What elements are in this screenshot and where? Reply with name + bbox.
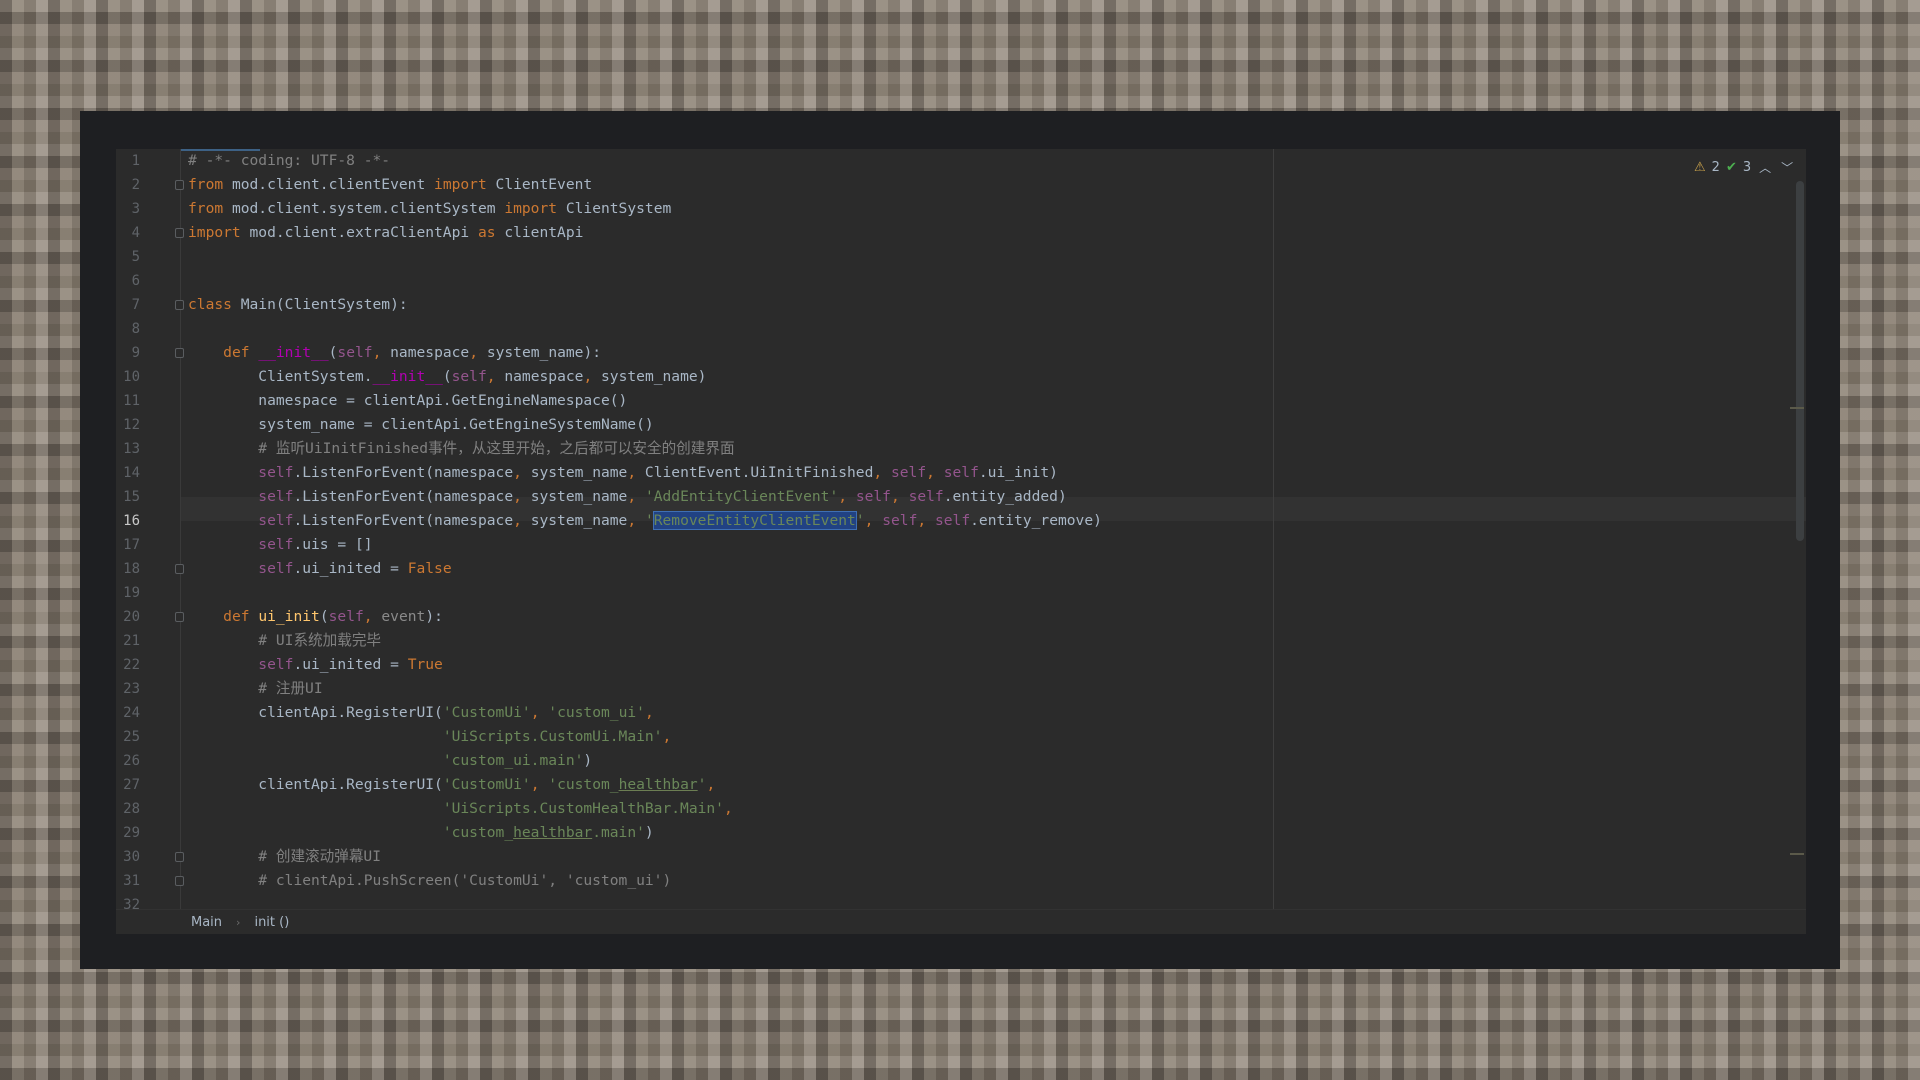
fold-marker-icon[interactable]: [175, 612, 184, 622]
line-number: 10: [123, 369, 140, 385]
code-line[interactable]: # -*- coding: UTF-8 -*-: [188, 149, 390, 173]
code-line[interactable]: system_name = clientApi.GetEngineSystemN…: [188, 413, 653, 437]
line-number: 17: [123, 537, 140, 553]
breadcrumb: Main › init (): [116, 909, 1806, 934]
fold-marker-icon[interactable]: [175, 228, 184, 238]
chevron-down-icon[interactable]: ﹀: [1779, 159, 1795, 176]
code-line[interactable]: self.ListenForEvent(namespace, system_na…: [188, 509, 1102, 533]
code-line[interactable]: self.uis = []: [188, 533, 372, 557]
line-number: 9: [131, 345, 140, 361]
line-number: 31: [123, 873, 140, 889]
code-line[interactable]: def __init__(self, namespace, system_nam…: [188, 341, 601, 365]
line-number: 5: [131, 249, 140, 265]
weak-warning-count: 3: [1742, 159, 1752, 175]
line-number: 23: [123, 681, 140, 697]
line-number: 28: [123, 801, 140, 817]
line-number: 2: [131, 177, 140, 193]
code-line[interactable]: self.ListenForEvent(namespace, system_na…: [188, 461, 1058, 485]
code-line[interactable]: import mod.client.extraClientApi as clie…: [188, 221, 583, 245]
line-number: 24: [123, 705, 140, 721]
line-number: 21: [123, 633, 140, 649]
selected-text: RemoveEntityClientEvent: [652, 511, 857, 530]
line-number: 14: [123, 465, 140, 481]
inspection-widget[interactable]: ⚠ 2 ✔ 3 ︿ ﹀: [1694, 155, 1795, 179]
line-number: 22: [123, 657, 140, 673]
code-line[interactable]: from mod.client.clientEvent import Clien…: [188, 173, 592, 197]
line-number: 29: [123, 825, 140, 841]
line-number: 20: [123, 609, 140, 625]
check-icon: ✔: [1725, 159, 1737, 175]
scroll-marker: [1790, 407, 1804, 409]
code-line[interactable]: self.ListenForEvent(namespace, system_na…: [188, 485, 1066, 509]
code-line[interactable]: ClientSystem.__init__(self, namespace, s…: [188, 365, 706, 389]
line-number: 30: [123, 849, 140, 865]
fold-marker-icon[interactable]: [175, 300, 184, 310]
code-line[interactable]: clientApi.RegisterUI('CustomUi', 'custom…: [188, 701, 653, 725]
line-number: 8: [131, 321, 140, 337]
line-number: 18: [123, 561, 140, 577]
code-line[interactable]: # UI系统加载完毕: [188, 629, 381, 653]
line-number: 27: [123, 777, 140, 793]
code-line[interactable]: clientApi.RegisterUI('CustomUi', 'custom…: [188, 773, 715, 797]
line-number: 26: [123, 753, 140, 769]
line-number: 1: [131, 153, 140, 169]
line-number: 4: [131, 225, 140, 241]
code-line[interactable]: self.ui_inited = False: [188, 557, 451, 581]
code-line[interactable]: # 注册UI: [188, 677, 322, 701]
warning-count: 2: [1711, 159, 1720, 175]
line-number: 12: [123, 417, 140, 433]
chevron-up-icon[interactable]: ︿: [1757, 159, 1773, 176]
code-area[interactable]: # -*- coding: UTF-8 -*- from mod.client.c…: [188, 149, 1588, 909]
fold-marker-icon[interactable]: [175, 876, 184, 886]
warning-icon: ⚠: [1694, 159, 1706, 175]
chevron-right-icon: ›: [236, 915, 241, 929]
ide-window: 1 2 3 4 5 6 7 8 9 10 11 12 13 14 15 16 17 18 19 20 21 22 23 24 2…: [80, 111, 1840, 969]
code-line[interactable]: 'UiScripts.CustomHealthBar.Main',: [188, 797, 733, 821]
code-line[interactable]: 'custom_ui.main'): [188, 749, 592, 773]
code-editor[interactable]: 1 2 3 4 5 6 7 8 9 10 11 12 13 14 15 16 17 18 19 20 21 22 23 24 2…: [116, 149, 1806, 934]
fold-marker-icon[interactable]: [175, 348, 184, 358]
line-number: 15: [123, 489, 140, 505]
code-line[interactable]: # 监听UiInitFinished事件，从这里开始，之后都可以安全的创建界面: [188, 437, 734, 461]
line-number: 6: [131, 273, 140, 289]
line-number: 13: [123, 441, 140, 457]
line-number: 3: [131, 201, 140, 217]
code-line[interactable]: self.ui_inited = True: [188, 653, 443, 677]
scroll-marker: [1790, 853, 1804, 855]
line-number: 19: [123, 585, 140, 601]
code-line[interactable]: # clientApi.PushScreen('CustomUi', 'cust…: [188, 869, 671, 893]
vertical-scrollbar[interactable]: [1796, 181, 1804, 541]
code-line[interactable]: namespace = clientApi.GetEngineNamespace…: [188, 389, 627, 413]
line-number: 11: [123, 393, 140, 409]
code-line[interactable]: from mod.client.system.clientSystem impo…: [188, 197, 671, 221]
line-number: 25: [123, 729, 140, 745]
code-line[interactable]: 'custom_healthbar.main'): [188, 821, 654, 845]
code-line[interactable]: def ui_init(self, event):: [188, 605, 443, 629]
fold-marker-icon[interactable]: [175, 564, 184, 574]
line-number: 7: [131, 297, 140, 313]
fold-column-divider: [180, 149, 181, 909]
code-line[interactable]: # 创建滚动弹幕UI: [188, 845, 381, 869]
code-line[interactable]: 'UiScripts.CustomUi.Main',: [188, 725, 671, 749]
line-number-gutter[interactable]: 1 2 3 4 5 6 7 8 9 10 11 12 13 14 15 16 17 18 19 20 21 22 23 24 2…: [116, 149, 180, 913]
line-number: 16: [123, 513, 140, 529]
fold-marker-icon[interactable]: [175, 180, 184, 190]
code-line[interactable]: class Main(ClientSystem):: [188, 293, 408, 317]
breadcrumb-item-method[interactable]: init (): [254, 915, 289, 930]
fold-marker-icon[interactable]: [175, 852, 184, 862]
breadcrumb-item-class[interactable]: Main: [191, 915, 222, 930]
